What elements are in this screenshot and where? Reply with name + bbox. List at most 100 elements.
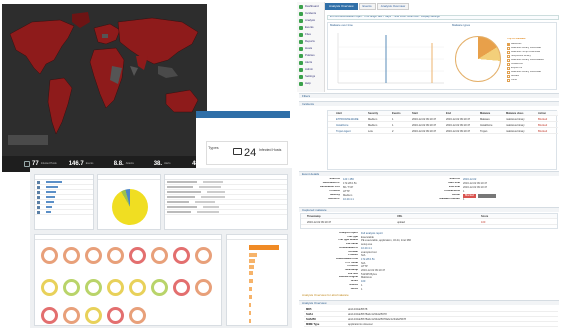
widget-title: Malware over time bbox=[330, 24, 353, 27]
cell: malicious binary bbox=[506, 123, 525, 127]
field-label: File name bbox=[346, 243, 358, 246]
sidebar-item[interactable]: Admin bbox=[299, 67, 323, 73]
field-value: 1 bbox=[361, 287, 363, 291]
bar-chart-panel bbox=[226, 234, 288, 326]
analysis-overview-title: Analysis Overview for abc/malware bbox=[299, 293, 559, 298]
threat-world-map bbox=[2, 4, 207, 172]
sidebar-item[interactable]: Reports bbox=[299, 39, 323, 45]
sidebar-item[interactable]: Alerts bbox=[299, 60, 323, 66]
sidebar-item[interactable]: Hosts bbox=[299, 46, 323, 52]
incidents-section-header[interactable]: Incidents bbox=[299, 101, 559, 106]
field-label: Lastline Engine bbox=[338, 276, 358, 279]
field-label: Protocol bbox=[347, 265, 358, 268]
column-header[interactable]: Severity bbox=[368, 112, 378, 115]
table-row[interactable] bbox=[165, 210, 287, 215]
sidebar-item[interactable]: Incidents bbox=[299, 11, 323, 17]
field-label: Protocol bbox=[329, 190, 340, 192]
stat-value: 38. bbox=[153, 161, 163, 167]
field-value[interactable]: 100 bbox=[361, 280, 365, 283]
sidebar-item-label: Events bbox=[305, 26, 314, 30]
list-item[interactable] bbox=[35, 210, 93, 215]
column-header[interactable]: Timestamp bbox=[307, 215, 321, 218]
table-header: Timestamp URL Score bbox=[301, 214, 557, 219]
field-value[interactable]: 123 / 456 bbox=[343, 178, 354, 181]
field-value[interactable]: 2016-12-02 bbox=[463, 178, 476, 181]
legend-title: Top 10 malware bbox=[507, 38, 526, 40]
sidebar-item[interactable]: Help bbox=[299, 81, 323, 87]
analysis-overview-section-header[interactable]: Analysis Overview bbox=[299, 300, 559, 305]
legend-item: InstallCore bbox=[507, 63, 523, 66]
donut-chart bbox=[41, 279, 58, 296]
nav-icon bbox=[299, 75, 303, 79]
column-header[interactable]: End bbox=[446, 112, 451, 115]
panel-header bbox=[98, 175, 160, 180]
field-value[interactable]: 172.28.0.51 bbox=[361, 258, 375, 261]
filter-bar[interactable]: ETPRO/MALWARE/Trojan · This range: last … bbox=[327, 15, 559, 20]
stat-value: 146.7 bbox=[68, 161, 84, 167]
sidebar-item-label: Reports bbox=[305, 40, 315, 44]
donut-chart bbox=[107, 307, 124, 324]
sidebar-item-label: Hosts bbox=[305, 47, 313, 51]
sidebar-item[interactable]: Policies bbox=[299, 53, 323, 59]
field-label: File type bbox=[347, 235, 358, 238]
nav-icon bbox=[299, 19, 303, 23]
filters-section-header[interactable]: Filters bbox=[299, 93, 559, 98]
sidebar-item-label: Settings bbox=[305, 75, 316, 79]
status-badge bbox=[478, 194, 496, 198]
sidebar-item[interactable]: Analysis bbox=[299, 18, 323, 24]
donut-chart bbox=[41, 307, 58, 324]
column-header[interactable]: Start bbox=[412, 112, 418, 115]
cell: 2016-12-02 09:10:47 bbox=[446, 117, 471, 121]
field-value: N/A bbox=[361, 254, 366, 258]
field-value[interactable]: Full analysis report bbox=[361, 232, 383, 235]
tab-analysis-overview-2[interactable]: Analysis Overview bbox=[376, 3, 410, 10]
legend-label: Malicious Binary Download bbox=[511, 47, 542, 50]
field-value[interactable]: 10.20.4.1 bbox=[343, 198, 354, 201]
table-row[interactable]: ETPRO/MALWARE Medium 1 2016-12-02 09:10:… bbox=[328, 117, 558, 122]
timeline-chart bbox=[337, 33, 444, 84]
tab-analysis-overview[interactable]: Analysis Overview bbox=[325, 3, 358, 10]
event-details-section-header[interactable]: Event details bbox=[299, 171, 559, 176]
bar bbox=[249, 319, 251, 323]
legend-item: Exploit Kit bbox=[507, 67, 522, 70]
column-header[interactable]: Malware bbox=[480, 112, 490, 115]
cell: Blocked bbox=[538, 117, 548, 121]
table-row[interactable]: InstallCore Medium 1 2016-12-02 09:10:47… bbox=[328, 123, 558, 128]
cell: Malware bbox=[480, 117, 490, 121]
action-badge: Blocked bbox=[463, 194, 476, 198]
malware-types-pie bbox=[455, 36, 501, 82]
sidebar-item[interactable]: Events bbox=[299, 25, 323, 31]
column-header[interactable]: URL bbox=[397, 215, 402, 218]
field-label: Malware number bbox=[439, 198, 460, 200]
column-header[interactable]: Events bbox=[392, 112, 401, 115]
world-map-svg bbox=[2, 4, 207, 172]
field-value[interactable]: 10.20.4.1 bbox=[361, 247, 372, 250]
cell[interactable]: InstallCore bbox=[336, 124, 348, 127]
sidebar-item[interactable]: Dashboard bbox=[299, 4, 323, 10]
legend-label: Suspicious Binary bbox=[511, 55, 531, 58]
field-value: PE executable, application, 32-bit, Inte… bbox=[361, 239, 411, 243]
column-header[interactable]: Malware class bbox=[506, 112, 523, 115]
column-header[interactable]: Score bbox=[481, 215, 488, 218]
donut-chart bbox=[173, 279, 190, 296]
tab-events[interactable]: Events bbox=[358, 3, 376, 10]
field-label: Severity bbox=[329, 194, 340, 196]
sidebar-item[interactable]: Settings bbox=[299, 74, 323, 80]
field-value: abc1234def5678 bbox=[348, 308, 368, 311]
table-header: Alert Severity Events Start End Malware … bbox=[328, 111, 558, 116]
bar bbox=[249, 265, 254, 269]
table-row[interactable]: Trojan.Agent Low 2 2016-12-02 09:10:47 2… bbox=[328, 129, 558, 134]
sidebar-item-label: Alerts bbox=[305, 61, 313, 65]
sidebar-item[interactable]: Files bbox=[299, 32, 323, 38]
field-label: Events bbox=[349, 283, 358, 286]
cell[interactable]: Trojan.Agent bbox=[336, 130, 351, 133]
captured-malware-section-header[interactable]: Captured malware bbox=[299, 207, 559, 212]
cell[interactable]: ETPRO/MALWARE bbox=[336, 118, 358, 121]
nav-icon bbox=[299, 68, 303, 72]
table-row[interactable]: 2016-12-02 09:10:47 upload 100 bbox=[301, 220, 557, 225]
stat-item: 77 Infected Hosts bbox=[24, 161, 59, 167]
column-header[interactable]: Alert bbox=[336, 112, 342, 115]
cell: malicious binary bbox=[506, 129, 525, 133]
column-header[interactable]: Action bbox=[538, 112, 546, 115]
cell: 2016-12-02 09:10:47 bbox=[412, 123, 437, 127]
